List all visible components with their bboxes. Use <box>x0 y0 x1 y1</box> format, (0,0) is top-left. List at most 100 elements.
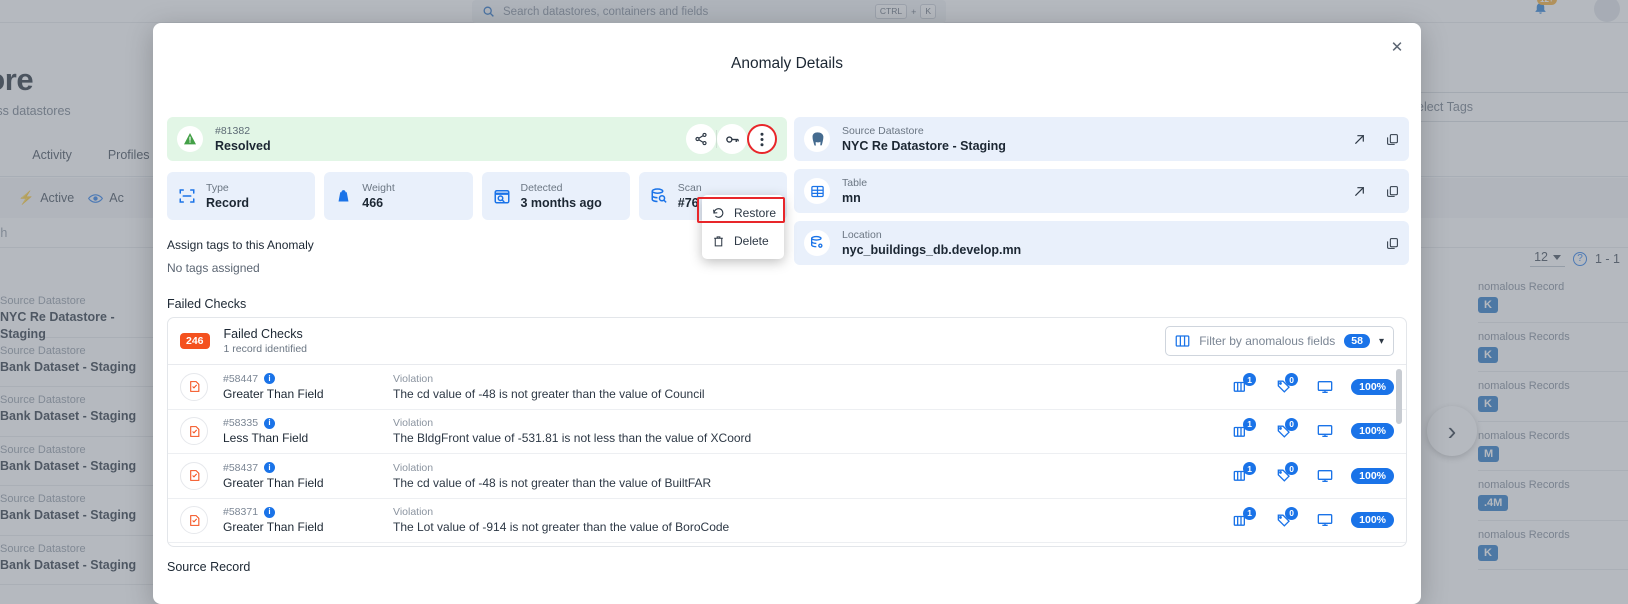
failed-checks-heading: Failed Checks <box>167 297 247 311</box>
stat-label: Scan <box>677 182 702 194</box>
status-text: #81382 Resolved <box>215 125 271 154</box>
location-card: Location nyc_buildings_db.develop.mn <box>794 221 1409 265</box>
menu-item-restore[interactable]: Restore <box>702 199 784 227</box>
fields-count: 1 <box>1243 417 1257 431</box>
source-datastore-text: Source Datastore NYC Re Datastore - Stag… <box>842 125 1006 154</box>
dialog-title: Anomaly Details <box>731 55 843 72</box>
menu-item-delete-label: Delete <box>734 234 769 248</box>
tag-icon[interactable]: 0 <box>1275 462 1299 483</box>
check-id: #58371 <box>223 506 259 519</box>
weight-icon <box>335 188 352 205</box>
stat-value: Record <box>206 196 250 210</box>
fields-icon[interactable]: 1 <box>1233 417 1257 439</box>
share-icon[interactable] <box>686 124 716 154</box>
score-badge: 100% <box>1351 467 1394 484</box>
close-icon[interactable]: ✕ <box>1387 37 1407 57</box>
card-label: Table <box>842 176 868 189</box>
copy-icon[interactable] <box>1386 237 1399 250</box>
kebab-context-menu: Restore Delete <box>702 195 784 259</box>
database-search-icon <box>650 187 668 205</box>
location-text: Location nyc_buildings_db.develop.mn <box>842 229 1021 258</box>
table-row[interactable]: #58335 i Less Than Field Violation The B… <box>168 410 1406 454</box>
tags-count: 0 <box>1285 462 1299 476</box>
tag-icon[interactable]: 0 <box>1275 506 1299 528</box>
copy-icon[interactable] <box>1386 185 1399 198</box>
table-row[interactable]: #58437 i Greater Than Field Violation Th… <box>168 454 1406 499</box>
monitor-icon[interactable] <box>1317 513 1333 527</box>
postgres-elephant-icon <box>804 126 830 152</box>
violation-group: Violation The BldgFront value of -531.81… <box>393 416 1233 446</box>
violation-label: Violation <box>393 417 434 430</box>
tags-heading: Assign tags to this Anomaly <box>167 238 314 252</box>
failed-checks-count-badge: 246 <box>180 333 210 349</box>
violation-group: Violation The cd value of -48 is not gre… <box>393 372 1233 402</box>
violation-text: The cd value of -48 is not greater than … <box>393 475 712 490</box>
monitor-icon[interactable] <box>1317 380 1333 394</box>
monitor-icon[interactable] <box>1317 424 1333 438</box>
filter-anomalous-fields-dropdown[interactable]: Filter by anomalous fields 58 ▾ <box>1165 326 1394 356</box>
card-value: NYC Re Datastore - Staging <box>842 138 1006 153</box>
fields-icon[interactable]: 1 <box>1233 506 1257 528</box>
fields-icon[interactable]: 1 <box>1233 462 1257 483</box>
check-document-icon <box>180 417 208 446</box>
copy-icon[interactable] <box>1386 133 1399 146</box>
check-id-row: #58437 i <box>223 461 393 475</box>
external-link-icon[interactable] <box>1353 185 1366 198</box>
stat-value: 466 <box>362 196 384 210</box>
table-row[interactable]: #58447 i Greater Than Field Violation Th… <box>168 365 1406 410</box>
database-location-icon <box>804 230 830 256</box>
key-icon[interactable] <box>717 124 747 154</box>
kebab-menu-icon[interactable] <box>747 124 777 154</box>
tag-icon[interactable]: 0 <box>1275 373 1299 394</box>
violation-text: The cd value of -48 is not greater than … <box>393 386 705 401</box>
warning-triangle-icon <box>177 126 203 152</box>
card-label: Location <box>842 228 882 241</box>
card-value: mn <box>842 190 861 205</box>
location-actions <box>1386 237 1399 250</box>
check-name: Greater Than Field <box>223 520 324 535</box>
source-datastore-card: Source Datastore NYC Re Datastore - Stag… <box>794 117 1409 161</box>
tags-section: Assign tags to this Anomaly No tags assi… <box>167 238 787 275</box>
check-name: Greater Than Field <box>223 475 324 490</box>
stat-card-detected: Detected 3 months ago <box>481 172 630 220</box>
tags-count: 0 <box>1285 417 1299 431</box>
table-row[interactable]: #58632 i Violation 1 <box>168 543 1406 546</box>
stat-card-scan-text: Scan #76 <box>678 181 702 211</box>
score-badge: 100% <box>1351 378 1394 395</box>
card-label: Source Datastore <box>842 124 924 137</box>
table-row[interactable]: #58371 i Greater Than Field Violation Th… <box>168 499 1406 543</box>
external-link-icon[interactable] <box>1353 133 1366 146</box>
filter-count-badge: 58 <box>1344 334 1370 348</box>
stat-label: Type <box>206 182 229 194</box>
row-icons: 1 0 <box>1233 373 1333 394</box>
failed-checks-title: Failed Checks <box>223 326 303 341</box>
check-id: #58447 <box>223 372 259 385</box>
source-record-heading: Source Record <box>167 560 251 574</box>
status-banner: #81382 Resolved <box>167 117 787 161</box>
tag-icon[interactable]: 0 <box>1275 417 1299 439</box>
check-document-icon <box>180 506 208 535</box>
info-icon[interactable]: i <box>264 506 276 518</box>
violation-group: Violation The Lot value of -914 is not g… <box>393 505 1233 535</box>
check-name-group: #58437 i Greater Than Field <box>223 461 393 491</box>
violation-text: The BldgFront value of -531.81 is not le… <box>393 431 752 446</box>
stat-card-type-text: Type Record <box>206 181 249 211</box>
check-id: #58335 <box>223 417 259 430</box>
menu-item-delete[interactable]: Delete <box>702 227 784 255</box>
check-name-group: #58447 i Greater Than Field <box>223 372 393 402</box>
info-icon[interactable]: i <box>264 417 276 429</box>
calendar-search-icon <box>493 187 511 205</box>
failed-checks-scrollbar[interactable] <box>1396 369 1402 424</box>
check-name: Greater Than Field <box>223 386 324 401</box>
fields-icon[interactable]: 1 <box>1233 373 1257 394</box>
check-document-icon <box>180 372 208 401</box>
check-name-group: #58335 i Less Than Field <box>223 416 393 446</box>
check-name: Less Than Field <box>223 431 309 446</box>
monitor-icon[interactable] <box>1317 469 1333 483</box>
info-icon[interactable]: i <box>264 462 276 474</box>
score-badge: 100% <box>1351 512 1394 529</box>
row-icons: 1 0 <box>1233 462 1333 483</box>
info-icon[interactable]: i <box>264 373 276 385</box>
row-icons: 1 0 <box>1233 417 1333 439</box>
right-column: Source Datastore NYC Re Datastore - Stag… <box>794 117 1409 273</box>
